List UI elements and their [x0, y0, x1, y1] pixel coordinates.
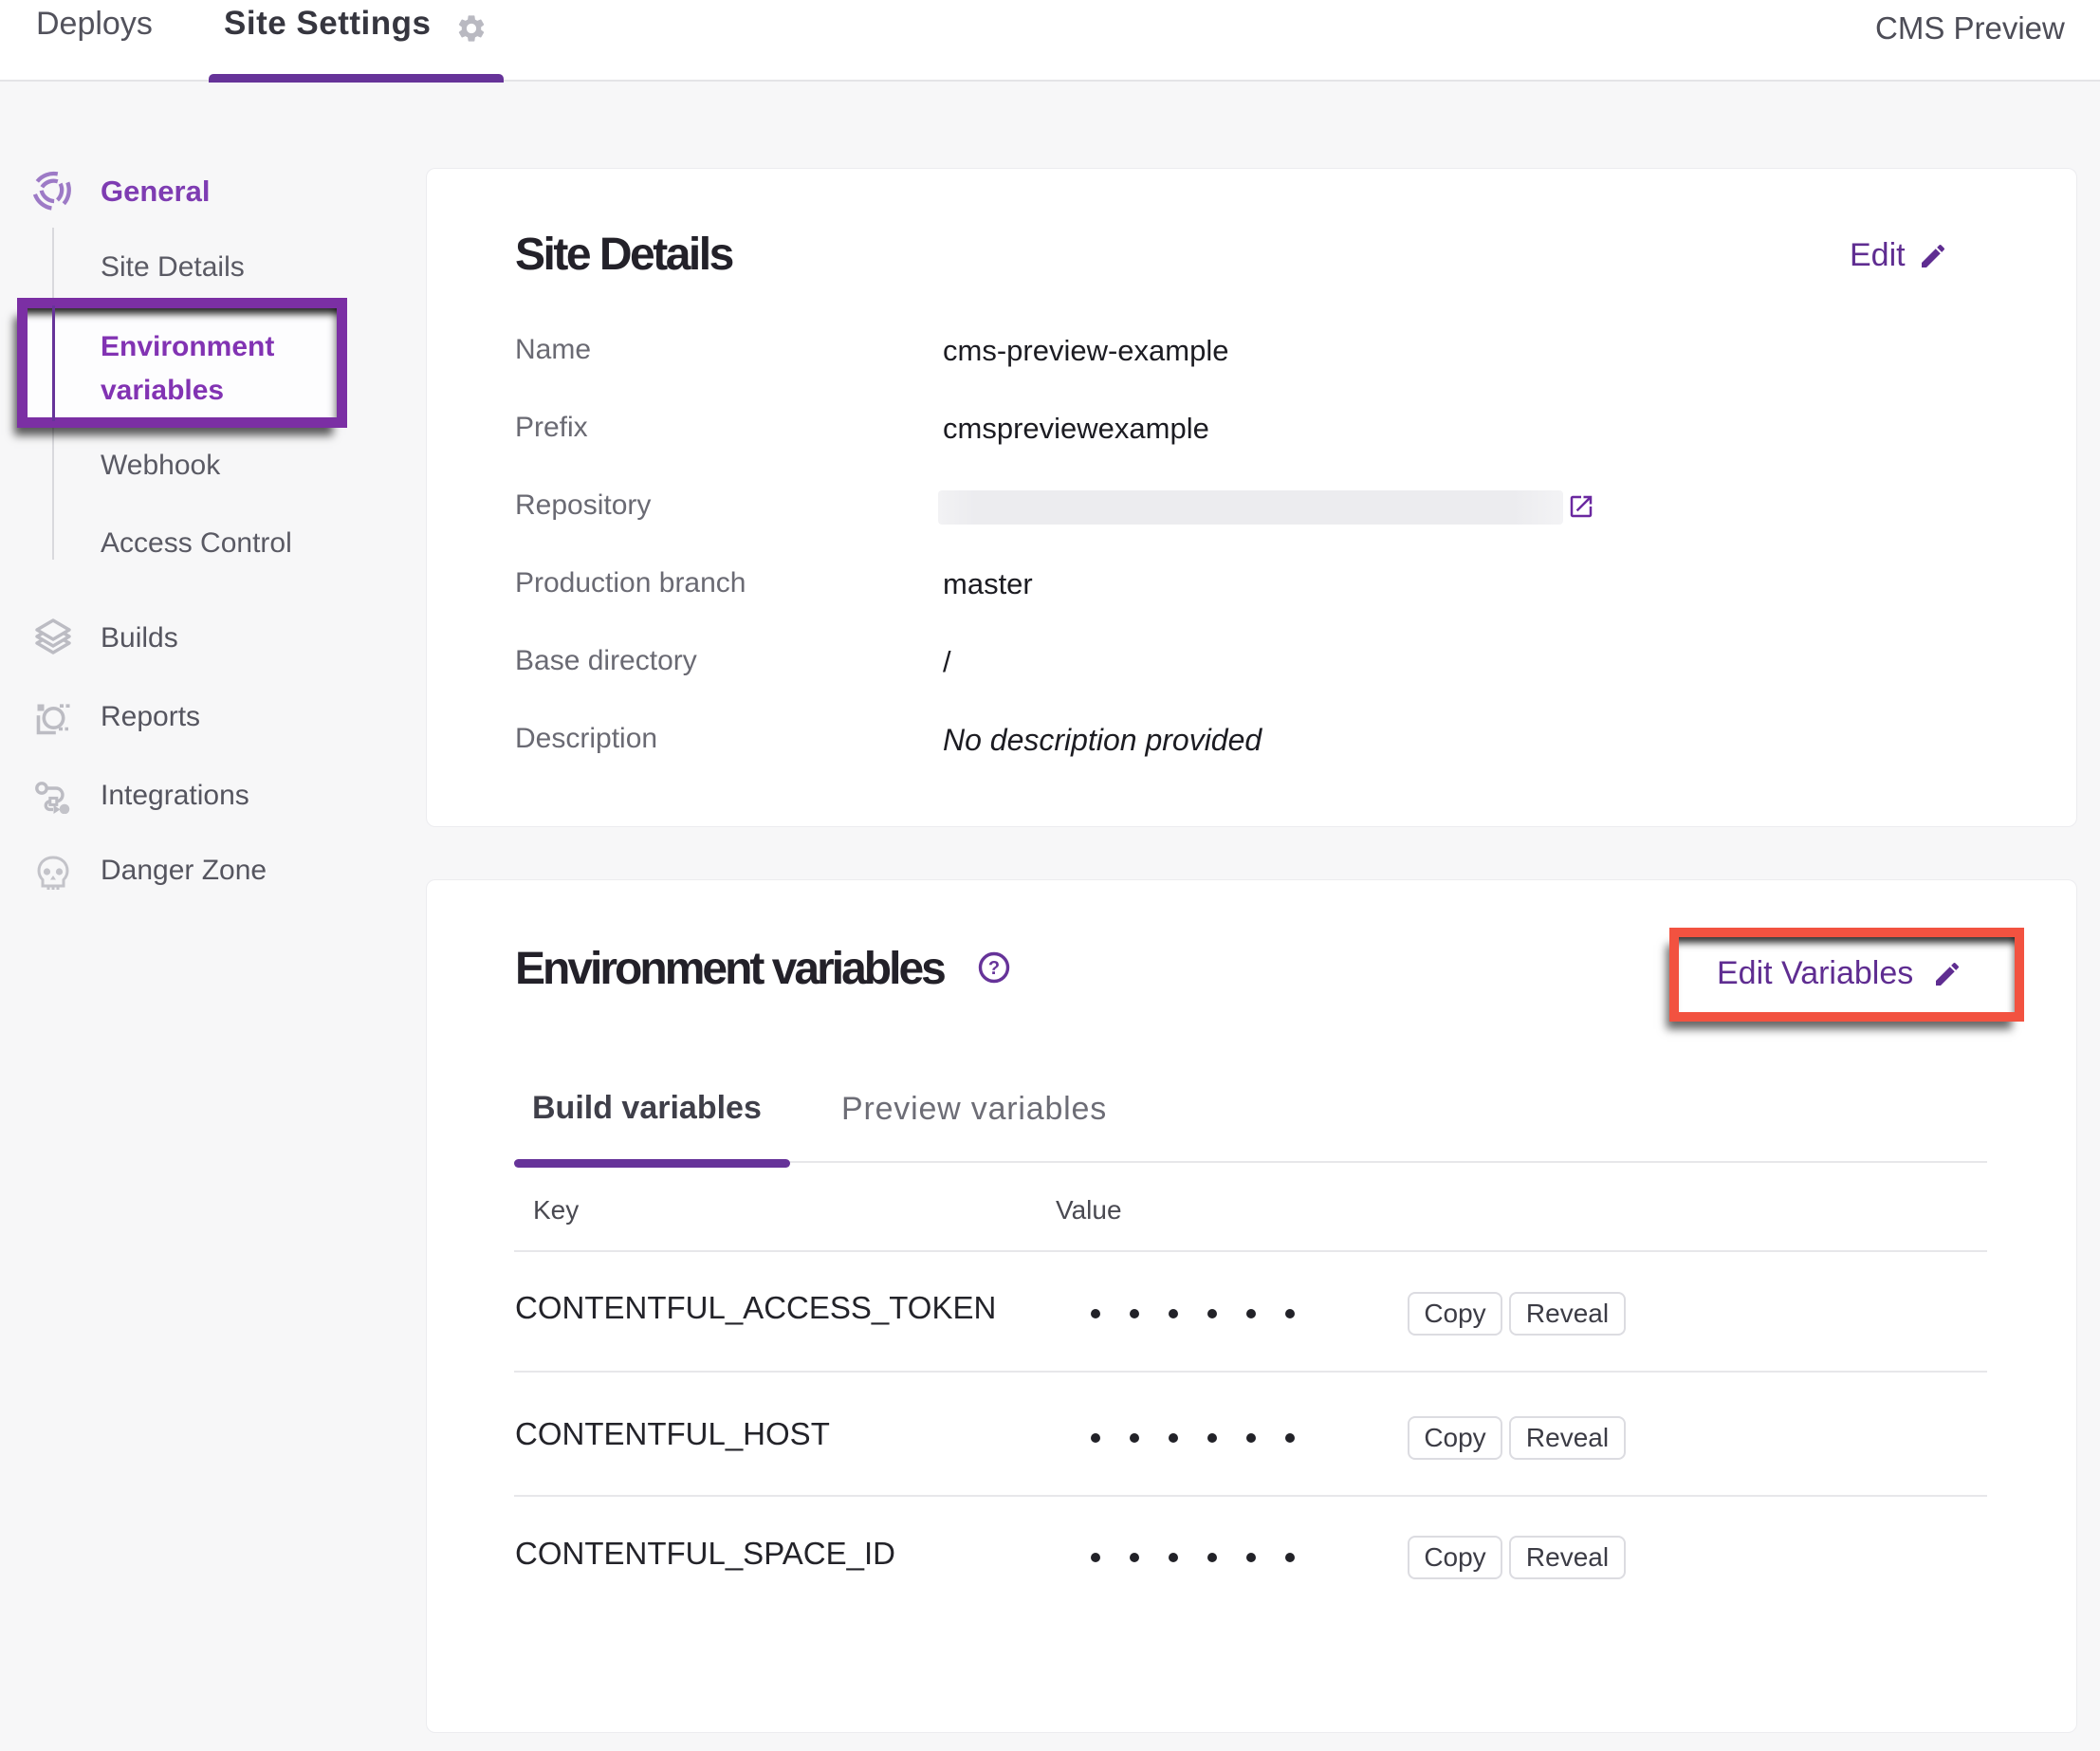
svg-text:?: ?: [988, 958, 1000, 979]
